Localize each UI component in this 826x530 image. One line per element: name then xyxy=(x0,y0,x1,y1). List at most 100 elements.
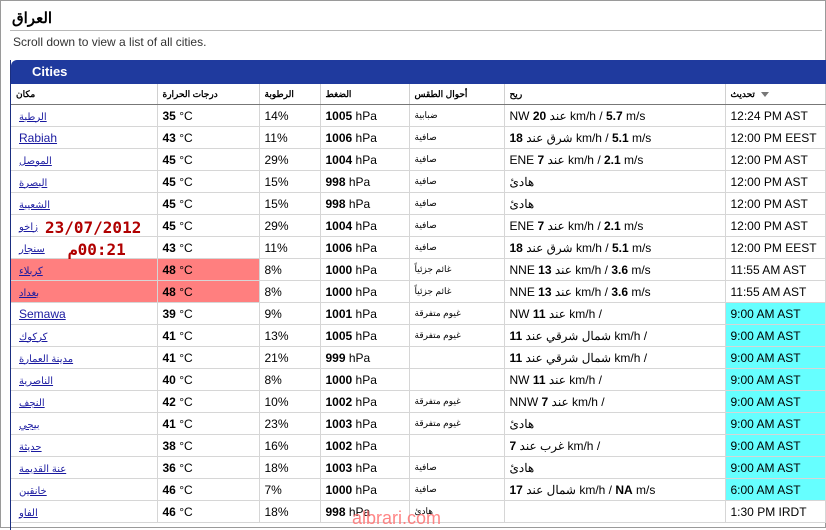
wind-cell: 18 شرق عند km/h / 5.1 m/s xyxy=(504,236,726,259)
table-row: الناصرية 40 °C 8% 1000 hPa NW 11 عند km/h /9… xyxy=(11,368,826,391)
pressure-cell: 999 hPa xyxy=(320,346,410,369)
city-link[interactable]: بيجي xyxy=(19,420,40,431)
city-link[interactable]: النجف xyxy=(19,398,45,409)
updated-cell: 9:00 AM AST xyxy=(725,390,826,413)
updated-cell: 9:00 AM AST xyxy=(725,434,826,457)
humidity-cell: 29% xyxy=(259,214,321,237)
city-cell: الفاو xyxy=(11,500,158,523)
updated-cell: 12:00 PM AST xyxy=(725,192,826,215)
conditions-cell: صافية xyxy=(409,478,505,501)
city-link[interactable]: زاخو xyxy=(19,222,38,233)
temperature-cell: 48 °C xyxy=(157,280,260,303)
city-link[interactable]: الموصل xyxy=(19,156,52,167)
pressure-cell: 1002 hPa xyxy=(320,434,410,457)
cities-panel: Cities مكان درجات الحرارة الرطوبة الضغط … xyxy=(10,60,826,530)
city-link[interactable]: خانقين xyxy=(19,486,47,497)
city-cell: مدينة العمارة xyxy=(11,346,158,369)
conditions-cell: ضبابية xyxy=(409,104,505,127)
humidity-cell: 15% xyxy=(259,170,321,193)
pressure-cell: 1001 hPa xyxy=(320,302,410,325)
temperature-cell: 45 °C xyxy=(157,192,260,215)
updated-cell: 9:00 AM AST xyxy=(725,368,826,391)
overlay-time: 12:00م xyxy=(68,240,126,259)
title-divider xyxy=(10,30,822,31)
conditions-cell: غيوم متفرقة xyxy=(409,302,505,325)
city-link[interactable]: كربلاء xyxy=(19,266,43,277)
city-cell: بغداد xyxy=(11,280,158,303)
pressure-cell: 1005 hPa xyxy=(320,324,410,347)
col-header-wind[interactable]: ريح xyxy=(504,84,726,105)
wind-cell: NNE 13 عند km/h / 3.6 m/s xyxy=(504,258,726,281)
updated-cell: 12:24 PM AST xyxy=(725,104,826,127)
col-header-place[interactable]: مكان xyxy=(11,84,158,105)
humidity-cell: 15% xyxy=(259,192,321,215)
city-cell: الرطبة xyxy=(11,104,158,127)
pressure-cell: 1005 hPa xyxy=(320,104,410,127)
city-cell: عنة القديمة xyxy=(11,456,158,479)
updated-cell: 6:00 AM AST xyxy=(725,478,826,501)
pressure-cell: 1003 hPa xyxy=(320,412,410,435)
col-header-temperature[interactable]: درجات الحرارة xyxy=(157,84,260,105)
temperature-cell: 46 °C xyxy=(157,478,260,501)
updated-cell: 12:00 PM EEST xyxy=(725,236,826,259)
city-cell: الموصل xyxy=(11,148,158,171)
city-cell: النجف xyxy=(11,390,158,413)
city-link[interactable]: الشعيبة xyxy=(19,200,50,211)
temperature-cell: 39 °C xyxy=(157,302,260,325)
city-cell: البصرة xyxy=(11,170,158,193)
pressure-cell: 1006 hPa xyxy=(320,126,410,149)
city-link[interactable]: عنة القديمة xyxy=(19,464,66,475)
city-link[interactable]: كركوك xyxy=(19,332,47,343)
updated-cell: 9:00 AM AST xyxy=(725,324,826,347)
conditions-cell xyxy=(409,434,505,457)
col-header-conditions[interactable]: أحوال الطقس xyxy=(409,84,505,105)
temperature-cell: 46 °C xyxy=(157,500,260,523)
city-cell: كربلاء xyxy=(11,258,158,281)
temperature-cell: 42 °C xyxy=(157,390,260,413)
conditions-cell xyxy=(409,346,505,369)
humidity-cell: 8% xyxy=(259,258,321,281)
wind-cell: NW 11 عند km/h / xyxy=(504,368,726,391)
table-row: عنة القديمة 36 °C 18% 1003 hPa صافية هادئ 9:00… xyxy=(11,456,826,479)
humidity-cell: 29% xyxy=(259,148,321,171)
city-link[interactable]: الفاو xyxy=(19,508,38,519)
wind-cell: ENE 7 عند km/h / 2.1 m/s xyxy=(504,148,726,171)
city-link[interactable]: مدينة العمارة xyxy=(19,354,73,365)
wind-cell: NW 20 عند km/h / 5.7 m/s xyxy=(504,104,726,127)
city-link[interactable]: الرطبة xyxy=(19,112,47,123)
page-subtitle: Scroll down to view a list of all cities… xyxy=(13,35,207,49)
col-header-updated[interactable]: تحديث xyxy=(725,84,826,105)
col-header-pressure[interactable]: الضغط xyxy=(320,84,410,105)
city-link[interactable]: Semawa xyxy=(19,307,66,321)
city-link[interactable]: سنجار xyxy=(19,244,45,255)
wind-cell: هادئ xyxy=(504,192,726,215)
sort-desc-icon xyxy=(760,91,769,97)
conditions-cell: غائم جزئياً xyxy=(409,280,505,303)
table-row: كركوك 41 °C 13% 1005 hPa غيوم متفرقة 11 شمال … xyxy=(11,324,826,347)
updated-cell: 9:00 AM AST xyxy=(725,456,826,479)
temperature-cell: 36 °C xyxy=(157,456,260,479)
wind-cell: NW 11 عند km/h / xyxy=(504,302,726,325)
humidity-cell: 11% xyxy=(259,236,321,259)
pressure-cell: 1000 hPa xyxy=(320,258,410,281)
pressure-cell: 998 hPa xyxy=(320,192,410,215)
city-link[interactable]: بغداد xyxy=(19,288,39,299)
city-link[interactable]: الناصرية xyxy=(19,376,53,387)
conditions-cell: غيوم متفرقة xyxy=(409,412,505,435)
humidity-cell: 8% xyxy=(259,368,321,391)
pressure-cell: 1000 hPa xyxy=(320,368,410,391)
temperature-cell: 45 °C xyxy=(157,148,260,171)
temperature-cell: 45 °C xyxy=(157,170,260,193)
temperature-cell: 43 °C xyxy=(157,236,260,259)
pressure-cell: 1004 hPa xyxy=(320,148,410,171)
city-cell: خانقين xyxy=(11,478,158,501)
city-link[interactable]: حديثة xyxy=(19,442,42,453)
pressure-cell: 1002 hPa xyxy=(320,390,410,413)
temperature-cell: 40 °C xyxy=(157,368,260,391)
temperature-cell: 48 °C xyxy=(157,258,260,281)
page-title: العراق xyxy=(12,10,53,27)
pressure-cell: 1000 hPa xyxy=(320,280,410,303)
col-header-humidity[interactable]: الرطوبة xyxy=(259,84,321,105)
city-link[interactable]: Rabiah xyxy=(19,131,57,145)
city-link[interactable]: البصرة xyxy=(19,178,47,189)
